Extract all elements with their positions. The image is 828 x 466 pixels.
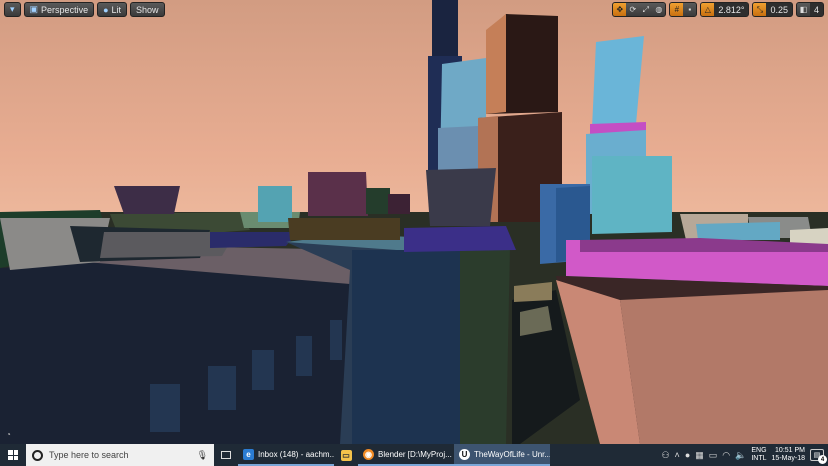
clock[interactable]: 10:51 PM 15-May-18 — [772, 447, 805, 463]
microphone-icon[interactable]: 🎙 — [197, 450, 208, 461]
action-center-button[interactable]: ▤ 4 — [810, 449, 827, 464]
lit-sphere-icon: ● — [103, 4, 109, 15]
task-view-button[interactable] — [214, 444, 238, 466]
blender-icon: ◉ — [363, 448, 374, 460]
scale-snap-group: ⤡ 0.25 — [752, 2, 793, 17]
taskbar-app-blender[interactable]: ◉ Blender [D:\MyProj... — [358, 444, 454, 466]
clock-time: 10:51 PM — [775, 447, 805, 454]
wifi-icon[interactable]: ◠ — [722, 450, 730, 461]
notification-count: 4 — [818, 455, 827, 464]
mail-icon: e — [243, 448, 254, 460]
volume-icon[interactable]: 🔈 — [735, 450, 746, 461]
file-explorer-icon: ▭ — [340, 449, 352, 461]
unreal-icon: U — [459, 448, 470, 460]
scale-tool-icon[interactable]: ⤢ — [639, 3, 653, 16]
show-label: Show — [136, 4, 159, 15]
show-button[interactable]: Show — [130, 2, 165, 17]
lang-bottom: INTL — [751, 455, 767, 462]
start-button[interactable] — [0, 444, 26, 466]
cortana-icon — [32, 449, 43, 461]
input-language[interactable]: ENG INTL — [751, 447, 766, 463]
camera-speed-icon[interactable]: ◧ — [796, 3, 810, 16]
antivirus-icon[interactable]: ● — [685, 450, 690, 460]
perspective-label: Perspective — [41, 4, 89, 15]
perspective-button[interactable]: ▣ Perspective — [23, 2, 95, 17]
rotation-snap-group: △ 2.812° — [700, 2, 750, 17]
transform-tools: ✥ ⟳ ⤢ ◍ — [612, 2, 667, 17]
viewport-axis-icon: ◔ — [6, 430, 11, 439]
search-placeholder: Type here to search — [49, 450, 129, 460]
chevron-down-icon: ▾ — [10, 4, 15, 14]
system-tray: ⚇ ˄ ● ▦ ▭ ◠ 🔈 ENG INTL 10:51 PM 15-May-1… — [661, 444, 828, 466]
grid-snap-icon[interactable]: # — [670, 3, 684, 16]
lang-top: ENG — [751, 447, 767, 454]
grid-size-icon[interactable]: ▪ — [683, 3, 697, 16]
city-scene — [0, 0, 828, 444]
scale-snap-icon[interactable]: ⤡ — [753, 3, 767, 16]
clock-date: 15-May-18 — [771, 455, 805, 462]
chevron-up-icon[interactable]: ˄ — [675, 450, 680, 460]
level-viewport[interactable]: ▾ ▣ Perspective ● Lit Show ✥ ⟳ ⤢ ◍ # ▪ △… — [0, 0, 828, 444]
coordinate-system-icon[interactable]: ◍ — [652, 3, 666, 16]
taskbar-app-unreal[interactable]: U TheWayOfLife - Unr... — [454, 444, 550, 466]
view-mode-button[interactable]: ● Lit — [97, 2, 128, 17]
lit-label: Lit — [111, 4, 122, 15]
translate-tool-icon[interactable]: ✥ — [613, 3, 627, 16]
taskbar-app-label: Blender [D:\MyProj... — [378, 449, 452, 459]
rotate-tool-icon[interactable]: ⟳ — [626, 3, 640, 16]
cube-icon: ▣ — [29, 4, 39, 14]
taskbar-app-label: TheWayOfLife - Unr... — [474, 449, 550, 459]
rotation-snap-value[interactable]: 2.812° — [714, 3, 749, 16]
rotation-snap-icon[interactable]: △ — [701, 3, 715, 16]
battery-icon[interactable]: ▭ — [709, 450, 718, 461]
taskbar-app-label: Inbox (148) - aachm... — [258, 449, 334, 459]
taskbar-app-mail[interactable]: e Inbox (148) - aachm... — [238, 444, 334, 466]
people-icon[interactable]: ⚇ — [661, 450, 669, 461]
windows-taskbar: Type here to search 🎙 e Inbox (148) - aa… — [0, 444, 828, 466]
scale-snap-value[interactable]: 0.25 — [766, 3, 792, 16]
network-icon[interactable]: ▦ — [695, 450, 704, 461]
taskbar-search-box[interactable]: Type here to search 🎙 — [26, 444, 214, 466]
camera-speed-value[interactable]: 4 — [809, 3, 823, 16]
viewport-options-button[interactable]: ▾ — [4, 2, 21, 17]
taskbar-app-file-explorer[interactable]: ▭ — [334, 444, 358, 466]
grid-snap-group: # ▪ — [669, 2, 698, 17]
camera-speed-group: ◧ 4 — [795, 2, 824, 17]
task-view-icon — [221, 451, 231, 459]
windows-logo-icon — [8, 450, 18, 460]
